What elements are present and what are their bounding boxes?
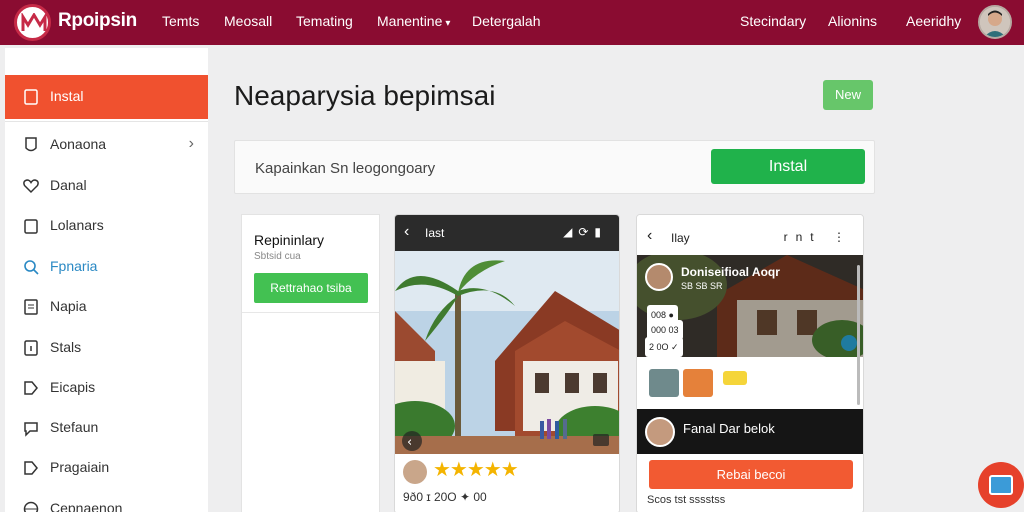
heart-icon bbox=[23, 179, 39, 194]
sidebar-item-label: Napia bbox=[50, 298, 87, 314]
thumbnail[interactable] bbox=[683, 369, 713, 397]
brand-logo-icon[interactable] bbox=[14, 4, 51, 41]
profile-name: Fanal Dar belok bbox=[683, 421, 775, 436]
info-icon bbox=[24, 340, 38, 356]
sidebar-item[interactable]: Aonaona › bbox=[5, 123, 208, 167]
card-subtitle: Sbtsid cua bbox=[254, 251, 301, 262]
badge bbox=[723, 371, 747, 385]
sidebar-item[interactable]: Cepnaenon bbox=[5, 487, 208, 512]
card-action-button[interactable]: Rettrahao tsiba bbox=[254, 273, 368, 303]
chat-icon bbox=[989, 475, 1013, 495]
person-icon bbox=[980, 7, 1010, 37]
thumbnail[interactable] bbox=[649, 369, 679, 397]
resort-photo: ‹ bbox=[395, 251, 619, 454]
sidebar-item-label: Instal bbox=[50, 88, 84, 104]
svg-text:‹: ‹ bbox=[407, 435, 412, 450]
phone-preview-2: ‹ Ilay rnt ⋮ Doniseifioal Aoqr SB SB SR … bbox=[636, 214, 864, 512]
thumbnail-row bbox=[637, 357, 863, 409]
right-nav-item[interactable]: Alionins bbox=[828, 13, 877, 29]
sidebar-item-label: Fpnaria bbox=[50, 258, 98, 274]
install-panel: Kapainkan Sn leogongoary Instal bbox=[234, 140, 875, 194]
profile-strip: Fanal Dar belok bbox=[637, 409, 863, 454]
chevron-right-icon: › bbox=[188, 135, 194, 152]
top-navigation-bar: Rpoipsin Temts Meosall Temating Manentin… bbox=[0, 0, 1024, 45]
sidebar-item[interactable]: Lolanars bbox=[5, 204, 208, 248]
cta-button[interactable]: Rebai becoi bbox=[649, 460, 853, 489]
right-nav-item[interactable]: Stecindary bbox=[740, 13, 806, 29]
rating-footer: ★★★★★ 9ð0 ɪ 20O ✦ 00 bbox=[395, 454, 619, 512]
sidebar-item-label: Lolanars bbox=[50, 217, 104, 233]
profile-avatar[interactable] bbox=[645, 417, 675, 447]
phone-app-bar: ‹ Ilay rnt ⋮ bbox=[637, 215, 863, 255]
back-arrow-icon[interactable]: ‹ bbox=[647, 227, 652, 245]
file-icon bbox=[24, 89, 38, 105]
nav-item[interactable]: Temating bbox=[296, 13, 353, 29]
tag-icon bbox=[24, 461, 38, 475]
nav-item-dropdown[interactable]: Manentine ▾ bbox=[377, 13, 450, 29]
sidebar-item-label: Aonaona bbox=[50, 136, 107, 152]
meta-text: Scos tst sssstss bbox=[647, 494, 726, 506]
shield-icon bbox=[25, 137, 37, 152]
sidebar-item-label: Stals bbox=[50, 339, 82, 355]
sidebar-item[interactable]: Danal bbox=[5, 164, 208, 208]
tag-icon bbox=[24, 381, 38, 395]
sidebar-item-label: Danal bbox=[50, 177, 87, 193]
sidebar-item-install[interactable]: Instal bbox=[5, 75, 208, 119]
divider bbox=[242, 312, 379, 313]
chat-icon bbox=[24, 422, 38, 437]
card-title: Repininlary bbox=[254, 232, 325, 248]
reviewer-avatar bbox=[403, 460, 427, 484]
sidebar-item[interactable]: Stals bbox=[5, 326, 208, 370]
toolbar-icons[interactable]: ◢⟳▮ bbox=[563, 225, 607, 239]
sidebar: Instal Aonaona › Danal Lolanars Fpnaria … bbox=[5, 48, 208, 512]
info-card: Repininlary Sbtsid cua Rettrahao tsiba bbox=[241, 214, 380, 512]
sidebar-item-label: Cepnaenon bbox=[50, 500, 123, 512]
divider bbox=[5, 121, 208, 122]
scrollbar[interactable] bbox=[857, 265, 860, 405]
rating-stars-icon[interactable]: ★★★★★ bbox=[433, 457, 519, 482]
nav-item[interactable]: Temts bbox=[162, 13, 199, 29]
globe-icon bbox=[23, 501, 39, 512]
floating-chat-button[interactable] bbox=[978, 462, 1024, 508]
phone-title: Ilay bbox=[671, 231, 690, 245]
more-vertical-icon[interactable]: rnt ⋮ bbox=[784, 230, 853, 244]
chevron-down-icon: ▾ bbox=[445, 18, 451, 29]
sidebar-item-label: Pragaiain bbox=[50, 459, 110, 475]
document-icon bbox=[24, 299, 38, 315]
phone-preview-1: ‹ Iast ◢⟳▮ ‹ ★★★★★ 9ð0 ɪ 20O ✦ 00 bbox=[394, 214, 620, 512]
square-icon bbox=[24, 219, 38, 234]
sidebar-item[interactable]: Napia bbox=[5, 285, 208, 329]
nav-item-label: Manentine bbox=[377, 13, 443, 29]
right-nav-item[interactable]: Aeeridhy bbox=[906, 13, 961, 29]
info-chip[interactable]: 2 0O ✓ bbox=[645, 337, 683, 357]
sidebar-item[interactable]: Stefaun bbox=[5, 406, 208, 450]
back-arrow-icon[interactable]: ‹ bbox=[404, 223, 409, 241]
overlay-title: Doniseifioal Aoqr bbox=[681, 265, 780, 279]
brand-name[interactable]: Rpoipsin bbox=[58, 10, 137, 32]
sidebar-item[interactable]: Eicapis bbox=[5, 366, 208, 410]
nav-item[interactable]: Meosall bbox=[224, 13, 272, 29]
sidebar-item[interactable]: Pragaiain bbox=[5, 446, 208, 490]
phone-app-bar: ‹ Iast ◢⟳▮ bbox=[395, 215, 619, 251]
sidebar-item-label: Eicapis bbox=[50, 379, 96, 395]
overlay-subtitle: SB SB SR bbox=[681, 281, 723, 291]
panel-description: Kapainkan Sn leogongoary bbox=[255, 160, 436, 177]
search-icon bbox=[24, 260, 39, 275]
nav-item[interactable]: Detergalah bbox=[472, 13, 541, 29]
phone-stats: 9ð0 ɪ 20O ✦ 00 bbox=[403, 490, 487, 504]
sidebar-item-label: Stefaun bbox=[50, 419, 99, 435]
page-title: Neaparysia bepimsai bbox=[234, 80, 496, 111]
sidebar-item[interactable]: Fpnaria bbox=[5, 245, 208, 289]
host-avatar bbox=[645, 263, 673, 291]
install-button[interactable]: Instal bbox=[711, 149, 865, 184]
phone-title: Iast bbox=[425, 226, 445, 240]
menu-text: rnt bbox=[783, 230, 822, 244]
new-button[interactable]: New bbox=[823, 80, 873, 110]
user-avatar[interactable] bbox=[978, 5, 1012, 39]
